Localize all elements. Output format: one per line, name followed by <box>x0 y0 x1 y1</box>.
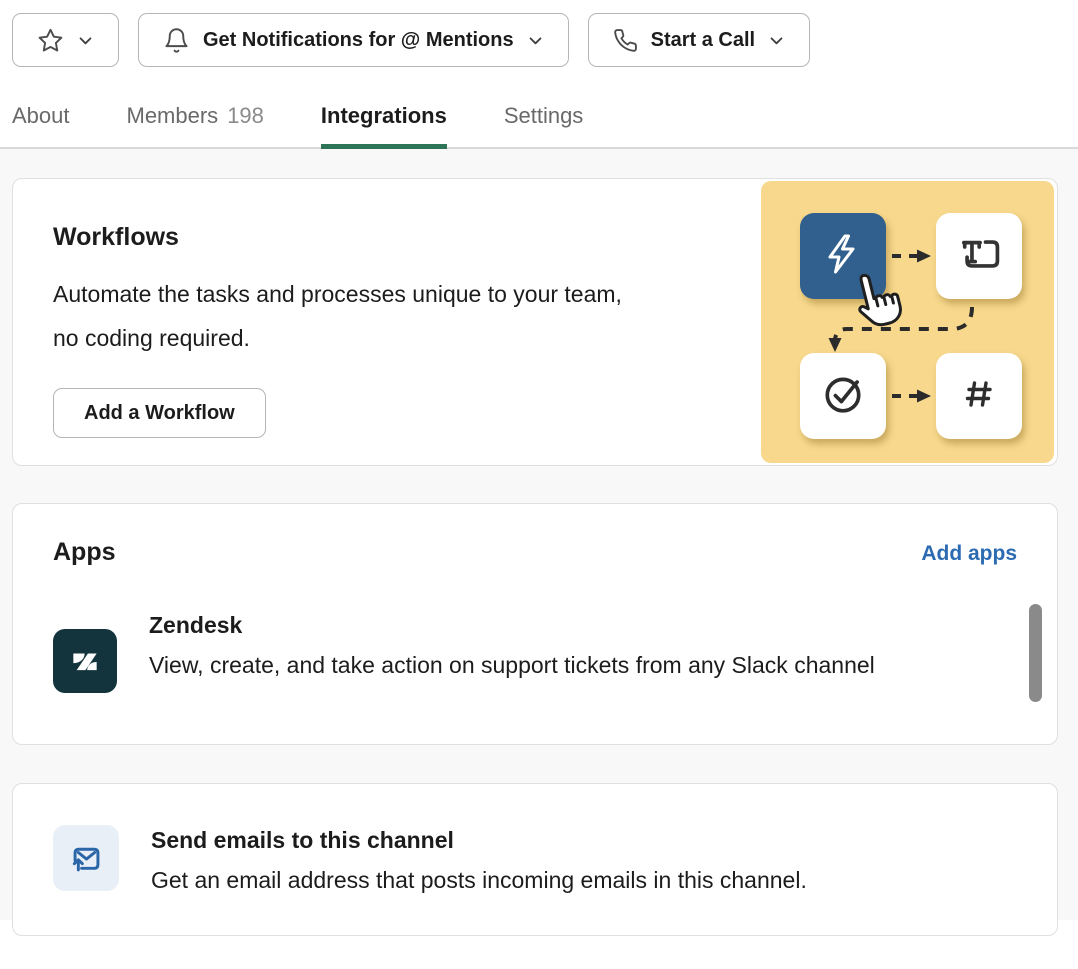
email-card-text: Send emails to this channel Get an email… <box>151 825 807 935</box>
add-workflow-button[interactable]: Add a Workflow <box>53 388 266 438</box>
toolbar: Get Notifications for @ Mentions Start a… <box>12 13 1078 67</box>
notifications-button-label: Get Notifications for @ Mentions <box>203 29 514 52</box>
members-count: 198 <box>227 103 264 128</box>
star-icon <box>37 27 64 54</box>
chevron-down-icon <box>527 32 544 49</box>
add-apps-link[interactable]: Add apps <box>921 542 1017 566</box>
tab-integrations-label: Integrations <box>321 103 447 128</box>
workflow-arrows <box>761 181 1054 463</box>
cursor-hand-icon <box>852 269 904 330</box>
workflows-description: Automate the tasks and processes unique … <box>53 272 653 360</box>
tab-about-label: About <box>12 103 70 128</box>
start-call-button-label: Start a Call <box>651 29 755 52</box>
tab-about[interactable]: About <box>12 103 70 147</box>
channel-details-panel: Get Notifications for @ Mentions Start a… <box>0 13 1078 920</box>
tab-members[interactable]: Members 198 <box>127 103 264 147</box>
apps-list: Zendesk View, create, and take action on… <box>53 609 1017 706</box>
workflows-card: Workflows Automate the tasks and process… <box>12 178 1058 466</box>
app-text: Zendesk View, create, and take action on… <box>149 609 875 693</box>
tab-members-label: Members <box>127 103 219 128</box>
tab-integrations[interactable]: Integrations <box>321 103 447 147</box>
chevron-down-icon <box>768 32 785 49</box>
tab-settings-label: Settings <box>504 103 584 128</box>
notifications-button[interactable]: Get Notifications for @ Mentions <box>138 13 569 67</box>
star-channel-button[interactable] <box>12 13 119 67</box>
tab-settings[interactable]: Settings <box>504 103 584 147</box>
app-row-zendesk[interactable]: Zendesk View, create, and take action on… <box>53 609 1017 693</box>
apps-title: Apps <box>53 538 116 567</box>
tab-bar: About Members 198 Integrations Settings <box>0 103 1078 149</box>
workflow-illustration <box>761 181 1054 463</box>
phone-icon <box>613 28 638 53</box>
email-card-title: Send emails to this channel <box>151 825 807 855</box>
send-emails-card[interactable]: Send emails to this channel Get an email… <box>12 783 1058 936</box>
integrations-panel: Workflows Automate the tasks and process… <box>0 149 1078 920</box>
chevron-down-icon <box>77 32 94 49</box>
start-call-button[interactable]: Start a Call <box>588 13 810 67</box>
incoming-email-icon <box>53 825 119 891</box>
bell-icon <box>163 27 190 54</box>
email-card-description: Get an email address that posts incoming… <box>151 863 807 897</box>
app-description: View, create, and take action on support… <box>149 643 875 687</box>
app-name: Zendesk <box>149 609 875 641</box>
zendesk-logo <box>53 629 117 693</box>
apps-scrollbar-thumb[interactable] <box>1029 604 1042 702</box>
apps-card: Apps Add apps Zendesk View, create, and … <box>12 503 1058 745</box>
header: Get Notifications for @ Mentions Start a… <box>0 13 1078 149</box>
